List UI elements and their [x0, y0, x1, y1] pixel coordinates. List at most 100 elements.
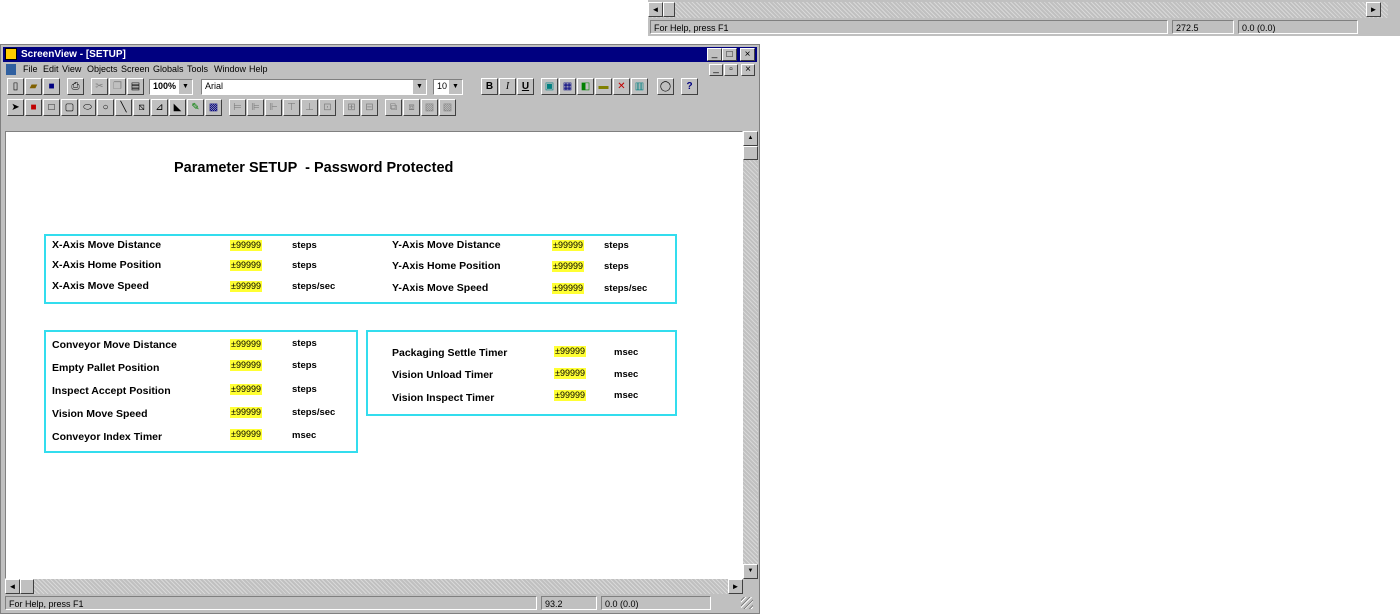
- runtime-icon[interactable]: ▥: [631, 78, 648, 95]
- y-axis-move-distance-value[interactable]: ±99999: [552, 240, 584, 251]
- ungroup-icon[interactable]: ⧈: [403, 99, 420, 116]
- align-center-icon[interactable]: ⊫: [247, 99, 264, 116]
- polyline-tool-icon[interactable]: ⊿: [151, 99, 168, 116]
- x-axis-move-distance-value[interactable]: ±99999: [230, 240, 262, 251]
- space-vertical-icon[interactable]: ⊟: [361, 99, 378, 116]
- document-restore-button[interactable]: ▫: [724, 64, 738, 76]
- vision-move-speed-value[interactable]: ±99999: [230, 407, 262, 418]
- align-middle-icon[interactable]: ⊥: [301, 99, 318, 116]
- vision-move-speed-unit: steps/sec: [292, 407, 336, 418]
- font-size-select[interactable]: 10 ▼: [433, 79, 463, 95]
- menu-tools[interactable]: Tools: [187, 63, 208, 76]
- menu-file[interactable]: File: [23, 63, 38, 76]
- packaging-settle-timer-value[interactable]: ±99999: [554, 346, 586, 357]
- conveyor-index-timer-value[interactable]: ±99999: [230, 429, 262, 440]
- open-file-icon[interactable]: ▰: [25, 78, 42, 95]
- text-tool-icon[interactable]: ✎: [187, 99, 204, 116]
- menu-screen[interactable]: Screen: [121, 63, 150, 76]
- y-axis-move-speed-value[interactable]: ±99999: [552, 283, 584, 294]
- polygon-tool-icon[interactable]: ⧅: [133, 99, 150, 116]
- vision-unload-timer-value[interactable]: ±99999: [554, 368, 586, 379]
- font-size-dropdown-icon[interactable]: ▼: [449, 80, 462, 94]
- conveyor-index-timer-label: Conveyor Index Timer: [52, 431, 163, 443]
- scroll-right-button[interactable]: ►: [1366, 2, 1381, 17]
- x-axis-home-position-value[interactable]: ±99999: [230, 260, 262, 271]
- ellipse-tool-icon[interactable]: ⬭: [79, 99, 96, 116]
- rounded-rectangle-tool-icon[interactable]: ▢: [61, 99, 78, 116]
- about-icon[interactable]: ◯: [657, 78, 674, 95]
- menu-edit[interactable]: Edit: [43, 63, 59, 76]
- inspect-accept-position-value[interactable]: ±99999: [230, 384, 262, 395]
- font-dropdown-icon[interactable]: ▼: [413, 80, 426, 94]
- maximize-button[interactable]: □: [722, 48, 737, 61]
- app-icon[interactable]: [5, 48, 17, 60]
- zoom-select[interactable]: 100% ▼: [149, 79, 193, 95]
- vision-inspect-timer-value[interactable]: ±99999: [554, 390, 586, 401]
- font-select[interactable]: Arial ▼: [201, 79, 427, 95]
- zoom-dropdown-icon[interactable]: ▼: [179, 80, 192, 94]
- background-horizontal-scrollbar[interactable]: ◄ ►: [648, 2, 1388, 18]
- group-icon[interactable]: ⧉: [385, 99, 402, 116]
- underline-button[interactable]: U: [517, 78, 534, 95]
- alarm-icon[interactable]: ◧: [577, 78, 594, 95]
- document-close-button[interactable]: ×: [741, 64, 755, 76]
- align-left-icon[interactable]: ⊨: [229, 99, 246, 116]
- bring-front-icon[interactable]: ▨: [421, 99, 438, 116]
- align-bottom-icon[interactable]: ⊡: [319, 99, 336, 116]
- x-axis-move-speed-value[interactable]: ±99999: [230, 281, 262, 292]
- menu-window[interactable]: Window: [214, 63, 246, 76]
- copy-icon[interactable]: ❐: [109, 78, 126, 95]
- line-tool-icon[interactable]: ╲: [115, 99, 132, 116]
- color-palette-icon[interactable]: ▬: [595, 78, 612, 95]
- menu-globals[interactable]: Globals: [153, 63, 184, 76]
- scroll-up-button[interactable]: ▲: [743, 131, 758, 146]
- empty-pallet-position-label: Empty Pallet Position: [52, 362, 160, 374]
- minimize-button[interactable]: _: [707, 48, 722, 61]
- pipe-tool-icon[interactable]: ◣: [169, 99, 186, 116]
- scroll-thumb[interactable]: [663, 2, 675, 17]
- filled-rectangle-tool-icon[interactable]: ■: [25, 99, 42, 116]
- bold-button[interactable]: B: [481, 78, 498, 95]
- horizontal-scroll-thumb[interactable]: [20, 579, 34, 594]
- print-icon[interactable]: ⎙: [67, 78, 84, 95]
- close-button[interactable]: ×: [740, 48, 755, 61]
- align-right-icon[interactable]: ⊩: [265, 99, 282, 116]
- document-icon[interactable]: [6, 64, 16, 75]
- empty-pallet-position-value[interactable]: ±99999: [230, 360, 262, 371]
- scroll-left-button[interactable]: ◄: [5, 579, 20, 594]
- tag-database-icon[interactable]: ▦: [559, 78, 576, 95]
- y-axis-home-position-value[interactable]: ±99999: [552, 261, 584, 272]
- title-bar[interactable]: ScreenView - [SETUP] _ □ ×: [3, 47, 757, 62]
- save-icon[interactable]: ■: [43, 78, 60, 95]
- align-top-icon[interactable]: ⊤: [283, 99, 300, 116]
- context-help-icon[interactable]: ?: [681, 78, 698, 95]
- scroll-down-button[interactable]: ▼: [743, 564, 758, 579]
- scroll-left-button[interactable]: ◄: [648, 2, 663, 17]
- screen-canvas[interactable]: Parameter SETUP - Password Protected X-A…: [5, 131, 743, 579]
- vertical-scrollbar[interactable]: ▲ ▼: [743, 131, 758, 579]
- menu-view[interactable]: View: [62, 63, 81, 76]
- menu-help[interactable]: Help: [249, 63, 268, 76]
- vertical-scroll-thumb[interactable]: [743, 146, 758, 160]
- send-back-icon[interactable]: ▧: [439, 99, 456, 116]
- space-horizontal-icon[interactable]: ⊞: [343, 99, 360, 116]
- menu-objects[interactable]: Objects: [87, 63, 118, 76]
- trend-icon[interactable]: ✕: [613, 78, 630, 95]
- italic-button[interactable]: I: [499, 78, 516, 95]
- pointer-tool-icon[interactable]: ➤: [7, 99, 24, 116]
- document-minimize-button[interactable]: _: [709, 64, 723, 76]
- size-grip[interactable]: [741, 597, 753, 609]
- cut-icon[interactable]: ✂: [91, 78, 108, 95]
- rectangle-tool-icon[interactable]: □: [43, 99, 60, 116]
- image-tool-icon[interactable]: ▩: [205, 99, 222, 116]
- scroll-right-button[interactable]: ►: [728, 579, 743, 594]
- circle-tool-icon[interactable]: ○: [97, 99, 114, 116]
- screen-properties-icon[interactable]: ▣: [541, 78, 558, 95]
- conveyor-move-distance-value[interactable]: ±99999: [230, 339, 262, 350]
- new-file-icon[interactable]: ▯: [7, 78, 24, 95]
- horizontal-scrollbar[interactable]: ◄ ►: [5, 579, 743, 594]
- status-coordinate-y: 0.0 (0.0): [601, 596, 711, 610]
- y-axis-home-position-unit: steps: [604, 261, 629, 272]
- paste-icon[interactable]: ▤: [127, 78, 144, 95]
- vision-move-speed-label: Vision Move Speed: [52, 408, 148, 420]
